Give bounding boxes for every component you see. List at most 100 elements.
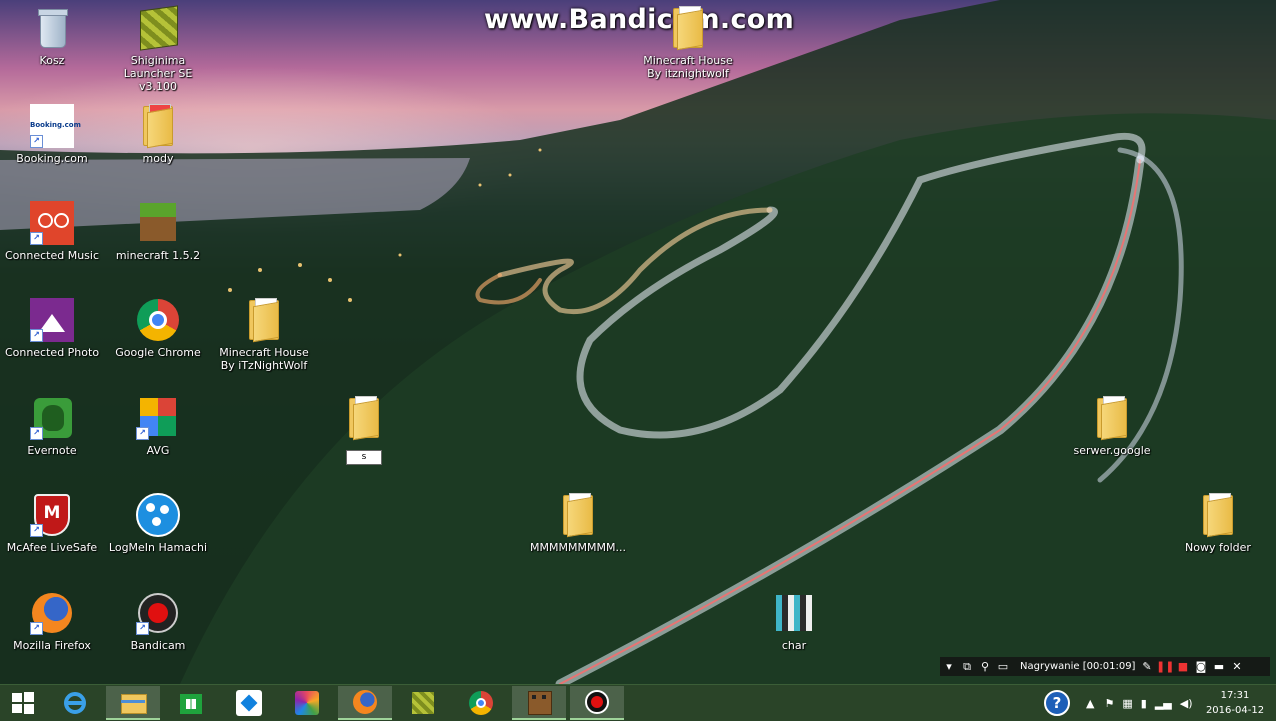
avg-shortcut[interactable]: ↗ AVG <box>108 396 208 457</box>
desktop-icon-label: McAfee LiveSafe <box>6 541 98 554</box>
connected-music-shortcut[interactable]: ↗ Connected Music <box>2 201 102 262</box>
camera-icon[interactable]: ◙ <box>1192 660 1210 673</box>
minecraft-152-shortcut[interactable]: minecraft 1.5.2 <box>108 201 208 262</box>
close-icon[interactable]: ✕ <box>1228 660 1246 673</box>
firefox-shortcut[interactable]: ↗ Mozilla Firefox <box>2 591 102 652</box>
folder-icon <box>136 104 180 149</box>
mody-folder[interactable]: mody <box>108 104 208 165</box>
taskbar-bandicam[interactable] <box>570 686 624 720</box>
volume-icon[interactable]: ◀) <box>1180 697 1193 710</box>
shortcut-arrow-icon: ↗ <box>30 622 43 635</box>
connected-music-icon: ↗ <box>30 201 74 245</box>
minecraft-icon <box>526 689 552 715</box>
connected-photo-shortcut[interactable]: ↗ Connected Photo <box>2 298 102 359</box>
desktop-icon-label: Kosz <box>39 54 65 67</box>
mmm-folder[interactable]: MMMMMMMMM... <box>528 493 628 554</box>
mcafee-shortcut[interactable]: M ↗ McAfee LiveSafe <box>2 493 102 554</box>
desktop-icon-label: serwer.google <box>1073 444 1151 457</box>
help-icon[interactable]: ? <box>1044 690 1070 716</box>
desktop-icon-label: AVG <box>146 444 170 457</box>
google-chrome-shortcut[interactable]: Google Chrome <box>108 298 208 359</box>
system-tray: ? ▲ ⚑ ▦ ▮ ▂▄ ◀) <box>1044 685 1193 721</box>
zoom-icon[interactable]: ⚲ <box>976 660 994 673</box>
desktop-icon-label: Google Chrome <box>115 346 201 359</box>
folder-icon <box>242 298 286 343</box>
stop-icon[interactable]: ■ <box>1174 660 1192 673</box>
shortcut-arrow-icon: ↗ <box>30 427 43 440</box>
desktop-icon-label: LogMeIn Hamachi <box>108 541 208 554</box>
show-hidden-icons-icon[interactable]: ▲ <box>1086 697 1094 710</box>
shortcut-arrow-icon: ↗ <box>30 232 43 245</box>
evernote-shortcut[interactable]: ↗ Evernote <box>2 396 102 457</box>
start-button[interactable] <box>0 686 46 720</box>
taskbar-minecraft-launcher[interactable] <box>396 686 450 720</box>
minimize-icon[interactable]: ▬ <box>1210 660 1228 673</box>
clock-time: 17:31 <box>1220 690 1250 701</box>
pause-icon[interactable]: ❚❚ <box>1156 660 1174 673</box>
battery-icon[interactable]: ▮ <box>1141 697 1147 710</box>
folder-icon <box>666 6 710 51</box>
taskbar-store[interactable] <box>164 686 218 720</box>
region-icon[interactable]: ▭ <box>994 660 1012 673</box>
new-folder-renaming[interactable]: s <box>314 396 414 465</box>
evernote-icon: ↗ <box>30 396 74 440</box>
desktop-icon-label: Shiginima Launcher SE v3.100 <box>123 54 193 93</box>
network-icon[interactable]: ▦ <box>1122 697 1132 710</box>
flag-icon[interactable]: ⚑ <box>1104 697 1114 710</box>
taskbar-chrome[interactable] <box>454 686 508 720</box>
desktop-icon-label: Booking.com <box>16 152 88 165</box>
chrome-icon <box>468 690 494 716</box>
avg-icon: ↗ <box>136 396 180 440</box>
desktop-icon-label: mody <box>142 152 174 165</box>
desktop[interactable]: www.Bandicam.com Kosz Booking.com ↗ Book… <box>0 0 1276 684</box>
store-icon <box>178 690 204 716</box>
dropdown-icon[interactable]: ▾ <box>940 660 958 673</box>
bandicam-record-bar: ▾ ⧉ ⚲ ▭ Nagrywanie [00:01:09] ✎ ❚❚ ■ ◙ ▬… <box>940 657 1270 676</box>
rename-input[interactable]: s <box>346 450 382 465</box>
taskbar-minecraft[interactable] <box>512 686 566 720</box>
booking-shortcut[interactable]: Booking.com ↗ Booking.com <box>2 104 102 165</box>
hamachi-icon <box>136 493 180 537</box>
taskbar-file-explorer[interactable] <box>106 686 160 720</box>
minecraft-skin-icon <box>772 591 816 635</box>
minecraft-house-folder-2[interactable]: Minecraft House By itznightwolf <box>638 6 738 80</box>
bandicam-icon: ↗ <box>136 591 180 635</box>
shiginima-launcher-shortcut[interactable]: Shiginima Launcher SE v3.100 <box>108 5 208 93</box>
signal-icon[interactable]: ▂▄ <box>1155 697 1172 710</box>
clock[interactable]: 17:31 2016-04-12 <box>1202 688 1268 718</box>
photos-app-icon <box>294 690 320 716</box>
grass-block-icon <box>136 201 180 245</box>
minecraft-block-icon <box>136 5 180 51</box>
hamachi-shortcut[interactable]: LogMeIn Hamachi <box>108 493 208 554</box>
char-file[interactable]: char <box>744 591 844 652</box>
firefox-icon <box>352 689 378 715</box>
recording-status: Nagrywanie [00:01:09] <box>1020 661 1136 672</box>
desktop-icon-label: char <box>781 639 807 652</box>
desktop-icon-label: Mozilla Firefox <box>13 639 91 652</box>
folder-icon <box>342 396 386 441</box>
windows-logo-icon <box>12 692 34 714</box>
dropbox-icon <box>236 690 262 716</box>
taskbar-photos-app[interactable] <box>280 686 334 720</box>
clock-date: 2016-04-12 <box>1205 705 1265 716</box>
desktop-icon-label: Connected Music <box>4 249 100 262</box>
internet-explorer-icon <box>62 690 88 716</box>
recycle-bin-icon[interactable]: Kosz <box>2 6 102 67</box>
nowy-folder[interactable]: Nowy folder <box>1168 493 1268 554</box>
taskbar-internet-explorer[interactable] <box>48 686 102 720</box>
desktop-icon-label: Evernote <box>27 444 77 457</box>
folder-icon <box>556 493 600 538</box>
taskbar-firefox[interactable] <box>338 686 392 720</box>
window-icon[interactable]: ⧉ <box>958 660 976 674</box>
shortcut-arrow-icon: ↗ <box>30 524 43 537</box>
desktop-icon-label: MMMMMMMMM... <box>530 541 626 554</box>
serwer-google-folder[interactable]: serwer.google <box>1062 396 1162 457</box>
firefox-icon: ↗ <box>30 591 74 635</box>
folder-icon <box>1196 493 1240 538</box>
minecraft-house-folder[interactable]: Minecraft House By iTzNightWolf <box>214 298 314 372</box>
folder-icon <box>1090 396 1134 441</box>
bandicam-shortcut[interactable]: ↗ Bandicam <box>108 591 208 652</box>
pencil-icon[interactable]: ✎ <box>1138 660 1156 673</box>
taskbar-dropbox[interactable] <box>222 686 276 720</box>
chrome-icon <box>136 298 180 342</box>
